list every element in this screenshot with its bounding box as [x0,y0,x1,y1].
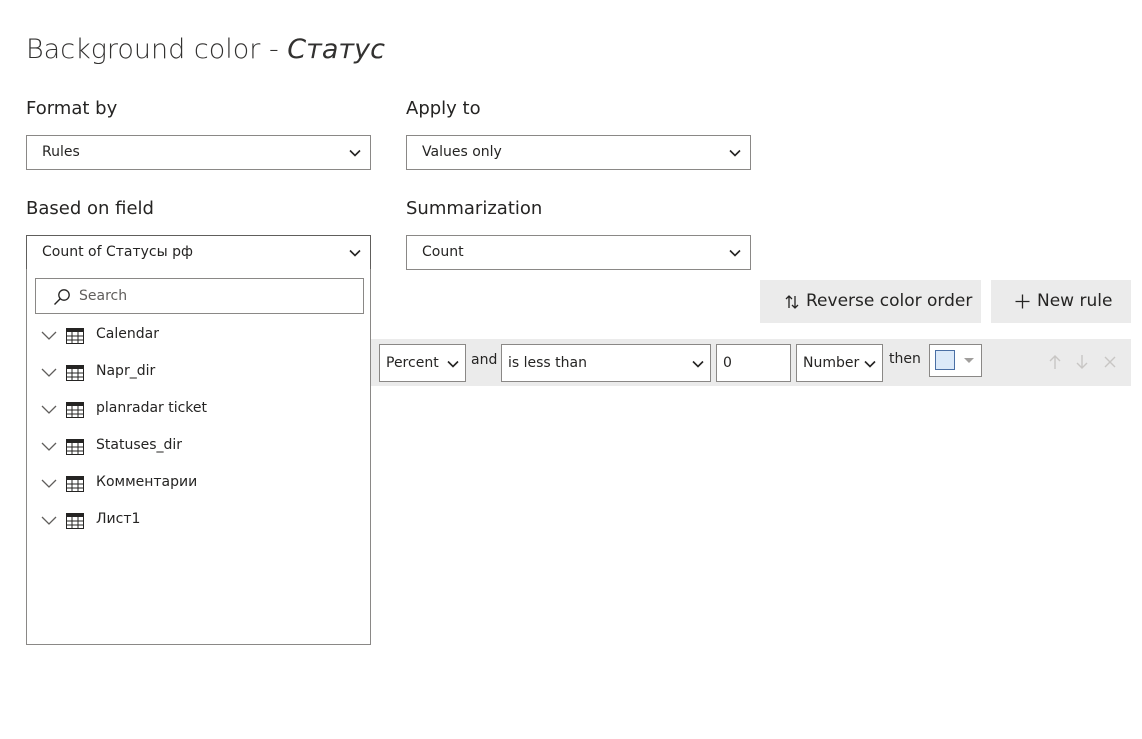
field-tree-item[interactable]: Комментарии [39,472,359,496]
table-icon [66,513,84,529]
table-icon [66,365,84,381]
field-tree-item[interactable]: Лист1 [39,509,359,533]
move-up-icon[interactable] [1048,354,1062,370]
search-icon [54,289,70,305]
chevron-down-icon[interactable] [41,515,57,525]
apply-to-select[interactable]: Values only [406,135,751,170]
summarization-label: Summarization [406,198,543,219]
chevron-down-icon[interactable] [41,367,57,377]
chevron-down-icon[interactable] [41,478,57,488]
move-down-icon[interactable] [1075,354,1089,370]
table-icon [66,476,84,492]
field-tree-item-label: Napr_dir [96,363,156,379]
rule-row: Percent and is less than 0 Number then [371,339,1131,386]
chevron-down-icon [864,360,876,368]
caret-down-icon [964,358,974,363]
format-by-label: Format by [26,98,118,119]
table-icon [66,328,84,344]
rule-value-type-select[interactable]: Number [796,344,883,382]
dialog-title-prefix: Background color - [26,34,288,65]
chevron-down-icon[interactable] [41,404,57,414]
based-on-field-label: Based on field [26,198,154,219]
based-on-field-select[interactable]: Count of Статусы рф [26,235,371,270]
chevron-down-icon [729,249,741,257]
rule-value-type-value: Number [803,355,860,371]
field-tree-item-label: Statuses_dir [96,437,183,453]
field-tree-item-label: Лист1 [96,511,141,527]
field-search-input[interactable]: Search [35,278,364,314]
chevron-down-icon[interactable] [41,330,57,340]
color-picker[interactable] [929,344,982,377]
chevron-down-icon[interactable] [41,441,57,451]
dialog-title: Background color - Статус [26,34,385,65]
reverse-color-order-button[interactable]: Reverse color order [760,280,981,323]
color-swatch [935,350,955,370]
dialog-title-field: Статус [287,34,385,65]
field-tree-item-label: planradar ticket [96,400,208,416]
chevron-down-icon [447,360,459,368]
field-tree-item-label: Комментарии [96,474,198,490]
format-by-select[interactable]: Rules [26,135,371,170]
sort-arrows-icon [785,295,799,309]
delete-rule-icon[interactable] [1103,355,1117,369]
rule-unit-select[interactable]: Percent [379,344,466,382]
rule-value-text: 0 [723,355,732,371]
new-rule-button[interactable]: New rule [991,280,1131,323]
field-tree-item[interactable]: Napr_dir [39,361,359,385]
chevron-down-icon [729,149,741,157]
chevron-down-icon [349,249,361,257]
chevron-down-icon [692,360,704,368]
new-rule-label: New rule [1037,291,1113,311]
table-icon [66,402,84,418]
field-tree-item[interactable]: Calendar [39,324,359,348]
then-text: then [889,351,921,367]
field-tree-item[interactable]: Statuses_dir [39,435,359,459]
chevron-down-icon [349,149,361,157]
field-dropdown-panel: Search Calendar Napr_dir planradar ticket S… [26,269,371,645]
field-tree-item-label: Calendar [96,326,159,342]
plus-icon [1015,294,1030,309]
apply-to-label: Apply to [406,98,481,119]
search-placeholder: Search [79,288,128,304]
format-by-value: Rules [42,144,80,160]
apply-to-value: Values only [422,144,502,160]
rule-operator-select[interactable]: is less than [501,344,711,382]
summarization-select[interactable]: Count [406,235,751,270]
field-tree-item[interactable]: planradar ticket [39,398,359,422]
and-text: and [471,352,498,368]
based-on-field-value: Count of Статусы рф [42,244,193,260]
reverse-color-order-label: Reverse color order [806,291,973,311]
rule-operator-value: is less than [508,355,587,371]
table-icon [66,439,84,455]
rule-value-input[interactable]: 0 [716,344,791,382]
rule-unit-value: Percent [386,355,439,371]
summarization-value: Count [422,244,464,260]
